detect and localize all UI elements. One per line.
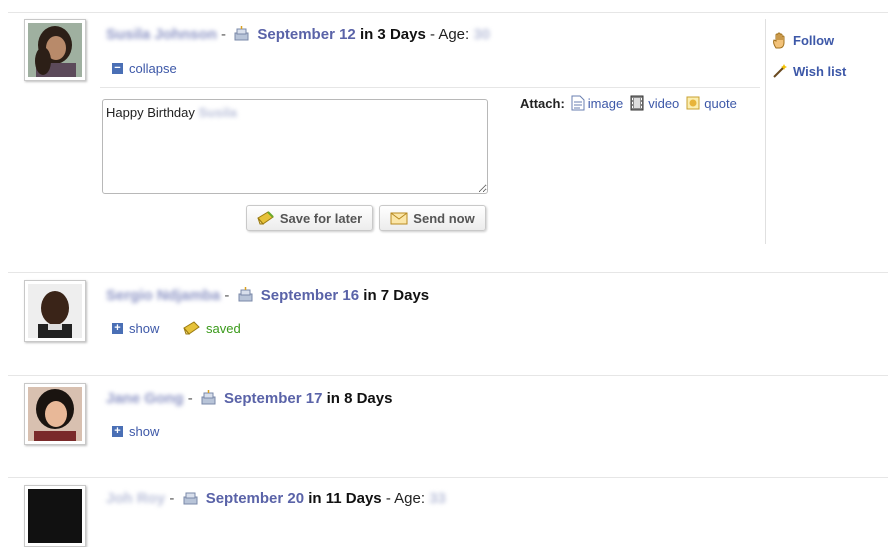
- divider: [100, 87, 760, 88]
- age-value: 33: [429, 490, 446, 507]
- divider: [8, 375, 888, 376]
- person-photo-icon: [28, 23, 82, 77]
- plus-square-icon: +: [112, 426, 123, 437]
- age-value: 30: [473, 26, 491, 43]
- person-name[interactable]: Sergio Ndjamba: [106, 287, 220, 304]
- avatar[interactable]: [24, 485, 86, 547]
- attach-image-link[interactable]: image: [571, 95, 623, 111]
- collapse-toggle[interactable]: − collapse: [112, 61, 177, 76]
- birthday-date[interactable]: September 12: [257, 26, 355, 43]
- show-toggle[interactable]: + show: [112, 424, 159, 439]
- cake-icon: [200, 390, 217, 409]
- message-text: Happy Birthday Susila: [106, 105, 237, 120]
- days-until: in 3 Days: [359, 26, 426, 43]
- age-label: - Age:: [385, 490, 426, 507]
- attach-bar: Attach: image video quote: [520, 95, 739, 111]
- pencil-icon: [257, 211, 274, 225]
- hand-icon: [773, 32, 785, 49]
- avatar[interactable]: [24, 280, 86, 342]
- cake-icon: [233, 26, 250, 45]
- toggle-label: show: [129, 424, 160, 439]
- minus-square-icon: −: [112, 63, 123, 74]
- entry-header: Sergio Ndjamba - September 16 in 7 Days: [106, 287, 430, 306]
- birthday-date[interactable]: September 16: [261, 287, 359, 304]
- saved-indicator: saved: [183, 320, 241, 336]
- divider: [8, 12, 888, 13]
- plus-square-icon: +: [112, 323, 123, 334]
- person-photo-icon: [28, 284, 82, 338]
- entry-header: Susila Johnson - September 12 in 3 Days …: [106, 26, 491, 45]
- send-now-button[interactable]: Send now: [379, 205, 486, 231]
- entry-header: Jane Gong - September 17 in 8 Days: [106, 390, 393, 409]
- film-icon: [630, 95, 644, 111]
- avatar[interactable]: [24, 383, 86, 445]
- person-name[interactable]: Jane Gong: [106, 390, 184, 407]
- days-until: in 11 Days: [308, 490, 382, 507]
- birthday-date[interactable]: September 17: [224, 390, 322, 407]
- quote-note-icon: [686, 96, 700, 110]
- attach-quote-link[interactable]: quote: [685, 95, 737, 111]
- envelope-icon: [390, 212, 408, 225]
- wish-list-link[interactable]: Wish list: [772, 63, 846, 79]
- toggle-label: show: [129, 321, 160, 336]
- person-photo-icon: [28, 489, 82, 543]
- person-name[interactable]: Joh Roy: [106, 490, 165, 507]
- attach-video-link[interactable]: video: [629, 95, 679, 111]
- sidebar-divider: [765, 19, 766, 244]
- avatar[interactable]: [24, 19, 86, 81]
- days-until: in 8 Days: [326, 390, 393, 407]
- divider: [8, 272, 888, 273]
- birthday-date[interactable]: September 20: [206, 490, 304, 507]
- follow-link[interactable]: Follow: [772, 32, 834, 49]
- show-toggle[interactable]: + show: [112, 321, 159, 336]
- age-label: - Age:: [429, 26, 470, 43]
- attach-label: Attach:: [520, 95, 565, 111]
- divider: [8, 477, 888, 478]
- pencil-icon: [183, 321, 200, 335]
- cake-icon: [237, 287, 254, 306]
- wand-icon: [773, 64, 787, 78]
- person-name[interactable]: Susila Johnson: [106, 26, 217, 43]
- image-file-icon: [571, 95, 585, 111]
- save-for-later-button[interactable]: Save for later: [246, 205, 373, 231]
- person-photo-icon: [28, 387, 82, 441]
- message-name: Susila: [198, 105, 237, 120]
- days-until: in 7 Days: [363, 287, 430, 304]
- toggle-label: collapse: [129, 61, 177, 76]
